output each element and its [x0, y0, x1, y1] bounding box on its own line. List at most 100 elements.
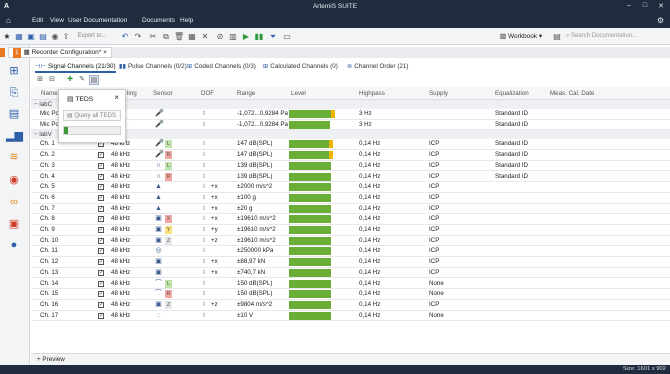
channel-supply[interactable]: ICP — [429, 268, 439, 278]
disk-icon[interactable]: ● — [6, 238, 22, 253]
channel-range[interactable]: ±19610 m/s^2 — [237, 225, 276, 235]
channel-range[interactable]: ±19610 m/s^2 — [237, 236, 276, 246]
channel-name[interactable]: Ch. 15 — [40, 289, 58, 299]
column-name[interactable]: Name — [41, 87, 58, 100]
channel-sampling[interactable]: 48 kHz — [111, 246, 130, 256]
menu-user-documentation[interactable]: User Documentation — [68, 17, 127, 24]
channel-name[interactable]: Mic Po — [40, 120, 59, 130]
channel-name[interactable]: Ch. 4 — [40, 172, 55, 182]
documentation-search[interactable]: ⌕ Search Documentation... — [566, 31, 666, 42]
channel-name[interactable]: Ch. 1 — [40, 139, 55, 149]
channel-highpass[interactable]: 0,14 Hz — [359, 172, 380, 182]
menu-view[interactable]: View — [50, 17, 64, 24]
channel-highpass[interactable]: 0,14 Hz — [359, 150, 380, 160]
channel-dof[interactable]: +x — [211, 193, 218, 203]
channel-supply[interactable]: ICP — [429, 182, 439, 192]
channel-dof[interactable]: +x — [211, 182, 218, 192]
table-row[interactable]: Ch. 16 ✓ 48 kHz ▣ Z ⇕ +z ±9804 m/s^2 0,14 Hz ICP — [31, 300, 670, 311]
channel-highpass[interactable]: 0,14 Hz — [359, 214, 380, 224]
channel-sampling[interactable]: 48 kHz — [111, 268, 130, 278]
channel-active-checkbox[interactable]: ✓ — [98, 259, 104, 266]
add-channel-icon[interactable]: ✚ — [65, 75, 75, 85]
table-row[interactable]: Mic PoHz🎤⇕-1,072...0,9284 Pa3 HzStandard… — [31, 120, 670, 131]
channel-sampling[interactable]: 48 kHz — [111, 225, 130, 235]
channel-range[interactable]: ±250000 kPa — [237, 246, 273, 256]
channel-supply[interactable]: None — [429, 289, 444, 299]
channel-supply[interactable]: ICP — [429, 161, 439, 171]
channel-active-checkbox[interactable]: ✓ — [98, 205, 104, 212]
channel-name[interactable]: Ch. 9 — [40, 225, 55, 235]
channel-highpass[interactable]: 0,14 Hz — [359, 289, 380, 299]
channel-range[interactable]: 147 dB(SPL) — [237, 139, 272, 149]
tab-coded-channels[interactable]: ⊞ Coded Channels (0/3) — [187, 61, 256, 73]
table-row[interactable]: Ch. 1 ✓ 48 kHz 🎤 L ⇕ 147 dB(SPL) 0,14 Hz ICP Stan… — [31, 139, 670, 151]
table-row[interactable]: Ch. 11 ✓ 48 kHz ◎ ⇕ ±250000 kPa 0,14 Hz ICP — [31, 246, 670, 258]
channel-name[interactable]: Ch. 10 — [40, 236, 58, 246]
save-all-icon[interactable]: ▤ — [38, 31, 48, 42]
channel-supply[interactable]: None — [429, 311, 444, 321]
channel-supply[interactable]: ICP — [429, 204, 439, 214]
table-row[interactable]: Ch. 2 ✓ 48 kHz 🎤 R ⇕ 147 dB(SPL) 0,14 Hz ICP Stan… — [31, 150, 670, 161]
channel-name[interactable]: Ch. 17 — [40, 311, 58, 321]
channel-supply[interactable]: ICP — [429, 172, 439, 182]
channel-supply[interactable]: ICP — [429, 246, 439, 256]
export-icon[interactable]: ⇧ — [62, 31, 70, 42]
channel-supply[interactable]: ICP — [429, 257, 439, 267]
channel-dof[interactable]: +x — [211, 268, 218, 278]
channel-name[interactable]: Ch. 2 — [40, 150, 55, 160]
table-row[interactable]: Ch. 3 ✓ 48 kHz ∩ L ⇕ 139 dB(SPL) 0,14 Hz ICP Stan… — [31, 161, 670, 172]
copy-icon[interactable]: ⧉ — [161, 31, 171, 42]
channel-equalization[interactable]: Standard ID — [495, 161, 528, 171]
channel-dof[interactable]: +x — [211, 214, 218, 224]
menu-edit[interactable]: Edit — [32, 17, 43, 24]
channel-equalization[interactable]: Standard ID — [495, 150, 528, 160]
channel-range[interactable]: ±19610 m/s^2 — [237, 214, 276, 224]
channel-range[interactable]: ±2000 m/s^2 — [237, 182, 272, 192]
channel-sampling[interactable]: 48 kHz — [111, 257, 130, 267]
search-input[interactable]: Search Documentation... — [571, 33, 637, 39]
channel-range[interactable]: ±10 V — [237, 311, 253, 321]
channel-active-checkbox[interactable]: ✓ — [98, 194, 104, 201]
tab-pulse-channels[interactable]: ▮▮ Pulse Channels (0/2) — [119, 61, 187, 73]
document-tab-recorder-configuration[interactable]: 1 ▦ Recorder Configuration* × — [8, 47, 112, 58]
table-row[interactable]: Ch. 4 ✓ 48 kHz ∩ R ⇕ 139 dB(SPL) 0,14 Hz ICP Stan… — [31, 172, 670, 183]
channel-active-checkbox[interactable]: ✓ — [98, 301, 104, 308]
channel-range[interactable]: ±9804 m/s^2 — [237, 300, 272, 310]
table-row[interactable]: Ch. 7 ✓ 48 kHz ▲ ⇕ +x ±20 g 0,14 Hz ICP — [31, 204, 670, 215]
channel-active-checkbox[interactable]: ✓ — [98, 312, 104, 319]
document-tab-close-icon[interactable]: × — [103, 49, 107, 56]
quick-access-star-icon[interactable]: ★ — [2, 31, 12, 42]
channel-active-checkbox[interactable]: ✓ — [98, 291, 104, 298]
record-settings-icon[interactable]: ◉ — [50, 31, 60, 42]
channel-name[interactable]: Ch. 14 — [40, 279, 58, 289]
column-dof[interactable]: DOF — [201, 87, 214, 100]
device-icon[interactable]: ▣ — [6, 217, 22, 232]
recorder-config-icon[interactable]: ⊞ — [6, 64, 22, 79]
channel-active-checkbox[interactable]: ✓ — [98, 237, 104, 244]
channel-highpass[interactable]: 3 Hz — [359, 120, 372, 130]
channel-range[interactable]: -1,072...0,9284 Pa — [237, 120, 288, 130]
channel-supply[interactable]: ICP — [429, 225, 439, 235]
channel-active-checkbox[interactable]: ✓ — [98, 173, 104, 180]
channel-range[interactable]: 150 dB(SPL) — [237, 289, 272, 299]
channel-dof[interactable]: +y — [211, 225, 218, 235]
menu-help[interactable]: Help — [180, 17, 193, 24]
maximize-button[interactable]: □ — [638, 2, 652, 12]
channel-name[interactable]: Ch. 11 — [40, 246, 58, 256]
record-bars-icon[interactable]: ▮▮ — [254, 31, 264, 42]
channel-name[interactable]: Ch. 7 — [40, 204, 55, 214]
window-icon[interactable]: ▭ — [282, 31, 292, 42]
tab-channel-order[interactable]: ⊜ Channel Order (21) — [347, 61, 409, 73]
tab-calculated-channels[interactable]: ⊞ Calculated Channels (0) — [263, 61, 338, 73]
channel-supply[interactable]: ICP — [429, 300, 439, 310]
channel-sampling[interactable]: 48 kHz — [111, 300, 130, 310]
table-row[interactable]: Mic PoHz🎤⇕-1,072...0,9284 Pa3 HzStandard… — [31, 109, 670, 120]
channel-sampling[interactable]: 48 kHz — [111, 172, 130, 182]
channel-range[interactable]: 147 dB(SPL) — [237, 150, 272, 160]
channel-highpass[interactable]: 0,14 Hz — [359, 193, 380, 203]
channel-range[interactable]: ±88,97 kN — [237, 257, 265, 267]
channel-sampling[interactable]: 48 kHz — [111, 193, 130, 203]
table-row[interactable]: Ch. 13 ✓ 48 kHz ▣ ⇕ +x ±740,7 kN 0,14 Hz ICP — [31, 268, 670, 279]
channel-equalization[interactable]: Standard ID — [495, 109, 528, 119]
channel-active-checkbox[interactable]: ✓ — [98, 280, 104, 287]
